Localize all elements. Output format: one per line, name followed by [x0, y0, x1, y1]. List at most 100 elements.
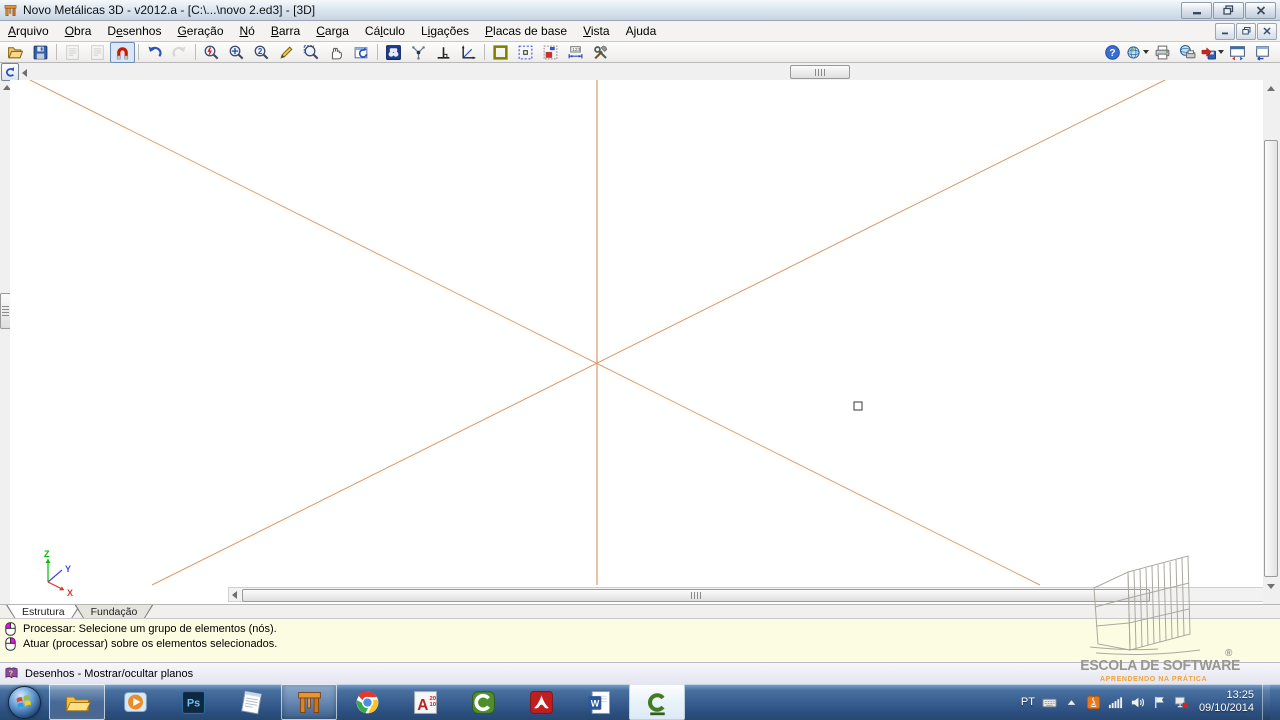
print-view-button[interactable]	[1175, 42, 1200, 63]
tray-volume-icon[interactable]	[1130, 695, 1145, 710]
taskbar-adobe-reader-button[interactable]	[513, 684, 569, 720]
top-splitter-handle[interactable]	[790, 65, 850, 79]
find-button[interactable]	[381, 42, 406, 63]
language-indicator[interactable]: PT	[1021, 696, 1035, 708]
menu-obra[interactable]: Obra	[57, 22, 100, 40]
refresh-view-button[interactable]	[349, 42, 374, 63]
mdi-restore-button[interactable]	[1236, 23, 1256, 40]
redo-button[interactable]	[167, 42, 192, 63]
pan-button[interactable]	[324, 42, 349, 63]
tray-flag-icon[interactable]	[1152, 695, 1167, 710]
taskbar-word-button[interactable]: W	[571, 684, 627, 720]
menu-vista[interactable]: Vista	[575, 22, 617, 40]
menu-barra[interactable]: Barra	[263, 22, 308, 40]
object-snap-button[interactable]	[110, 42, 135, 63]
rotate-view-button[interactable]	[1, 63, 19, 81]
taskbar-explorer-button[interactable]	[49, 684, 105, 720]
grip-icon	[815, 69, 825, 76]
taskbar-camtasia-recorder-button[interactable]	[629, 684, 685, 720]
layers-button[interactable]	[538, 42, 563, 63]
taskbar-chrome-button[interactable]	[339, 684, 395, 720]
export-file-button[interactable]	[1200, 42, 1225, 63]
tab-estrutura[interactable]: Estrutura	[6, 605, 81, 619]
grip-icon	[2, 306, 9, 316]
redraw-button[interactable]	[274, 42, 299, 63]
menu-carga[interactable]: Carga	[308, 22, 357, 40]
dropdown-arrow-icon[interactable]	[1143, 50, 1149, 54]
dropdown-arrow-icon[interactable]	[1218, 50, 1224, 54]
select-center-button[interactable]	[513, 42, 538, 63]
start-button[interactable]	[0, 684, 48, 720]
previous-window-button[interactable]	[1250, 42, 1275, 63]
zoom-x2-button[interactable]: 2	[249, 42, 274, 63]
print-button[interactable]	[1150, 42, 1175, 63]
scroll-left-arrow-icon[interactable]	[22, 69, 27, 77]
vertical-scrollbar[interactable]	[1263, 80, 1280, 604]
menu-no[interactable]: Nó	[232, 22, 263, 40]
scroll-left-arrow-icon[interactable]	[232, 591, 237, 599]
menu-ajuda[interactable]: Ajuda	[618, 22, 665, 40]
menu-arquivo[interactable]: Arquivo	[0, 22, 57, 40]
menu-desenhos[interactable]: Desenhos	[99, 22, 169, 40]
mdi-minimize-button[interactable]	[1215, 23, 1235, 40]
window-restore-button[interactable]	[1213, 2, 1244, 19]
title-bar: Novo Metálicas 3D - v2012.a - [C:\...\no…	[0, 0, 1280, 21]
dimension-button[interactable]: 123	[563, 42, 588, 63]
tray-keyboard-icon[interactable]	[1042, 695, 1057, 710]
save-button[interactable]	[28, 42, 53, 63]
hint-text: Processar: Selecione um grupo de element…	[23, 623, 277, 635]
mouse-right-click-icon	[5, 637, 16, 651]
axis-x-label: X	[67, 588, 73, 598]
window-minimize-button[interactable]	[1181, 2, 1212, 19]
metalicas-3d-icon	[295, 688, 324, 717]
scroll-up-arrow-icon[interactable]	[1264, 82, 1278, 95]
zoom-extents-button[interactable]	[224, 42, 249, 63]
undo-button[interactable]	[142, 42, 167, 63]
taskbar-camtasia-button[interactable]	[455, 684, 511, 720]
menu-calculo[interactable]: Cálculo	[357, 22, 413, 40]
vertical-scrollbar-thumb[interactable]	[1264, 140, 1278, 577]
open-button[interactable]	[3, 42, 28, 63]
coordinate-axes-button[interactable]	[456, 42, 481, 63]
windows-config-button[interactable]	[1225, 42, 1250, 63]
tray-expand-icon[interactable]	[1064, 695, 1079, 710]
save-icon	[32, 44, 49, 61]
horizontal-scrollbar-thumb[interactable]	[242, 589, 1150, 602]
axis-z-label: Z	[44, 549, 50, 559]
taskbar-photoshop-button[interactable]: Ps	[165, 684, 221, 720]
svg-text:10: 10	[429, 702, 436, 708]
tray-java-icon[interactable]	[1086, 695, 1101, 710]
menu-geracao[interactable]: Geração	[169, 22, 231, 40]
mdi-close-button[interactable]	[1257, 23, 1277, 40]
minimize-icon	[1192, 6, 1202, 15]
taskbar-autocad-button[interactable]: A2010	[397, 684, 453, 720]
online-services-button[interactable]	[1125, 42, 1150, 63]
axis-y-label: Y	[65, 564, 71, 574]
close-icon	[1263, 27, 1271, 35]
taskbar-media-player-button[interactable]	[107, 684, 163, 720]
settings-tools-button[interactable]	[588, 42, 613, 63]
close-icon	[1256, 6, 1266, 15]
select-window-button[interactable]	[488, 42, 513, 63]
zoom-dynamic-button[interactable]	[199, 42, 224, 63]
horizontal-scrollbar[interactable]	[228, 587, 1273, 602]
menu-ligacoes[interactable]: Ligações	[413, 22, 477, 40]
tray-signal-icon[interactable]	[1108, 695, 1123, 710]
tray-no-network-icon[interactable]	[1174, 695, 1189, 710]
export-dxf-button[interactable]	[60, 42, 85, 63]
menu-placas-de-base[interactable]: Placas de base	[477, 22, 575, 40]
drawing-viewport[interactable]: Z Y X	[10, 80, 1263, 604]
taskbar-notepad-button[interactable]	[223, 684, 279, 720]
node-tools-button[interactable]	[406, 42, 431, 63]
show-desktop-button[interactable]	[1262, 684, 1270, 720]
tray-clock[interactable]: 13:25 09/10/2014	[1199, 689, 1254, 715]
zoom-window-button[interactable]	[299, 42, 324, 63]
scroll-down-arrow-icon[interactable]	[1264, 580, 1278, 593]
perpendicular-button[interactable]	[431, 42, 456, 63]
help-button[interactable]: ?	[1100, 42, 1125, 63]
tab-fundacao[interactable]: Fundação	[75, 605, 154, 619]
import-dxf-button[interactable]	[85, 42, 110, 63]
canvas-area[interactable]: Z Y X	[0, 63, 1280, 604]
taskbar-metalicas-3d-button[interactable]	[281, 684, 337, 720]
window-close-button[interactable]	[1245, 2, 1276, 19]
